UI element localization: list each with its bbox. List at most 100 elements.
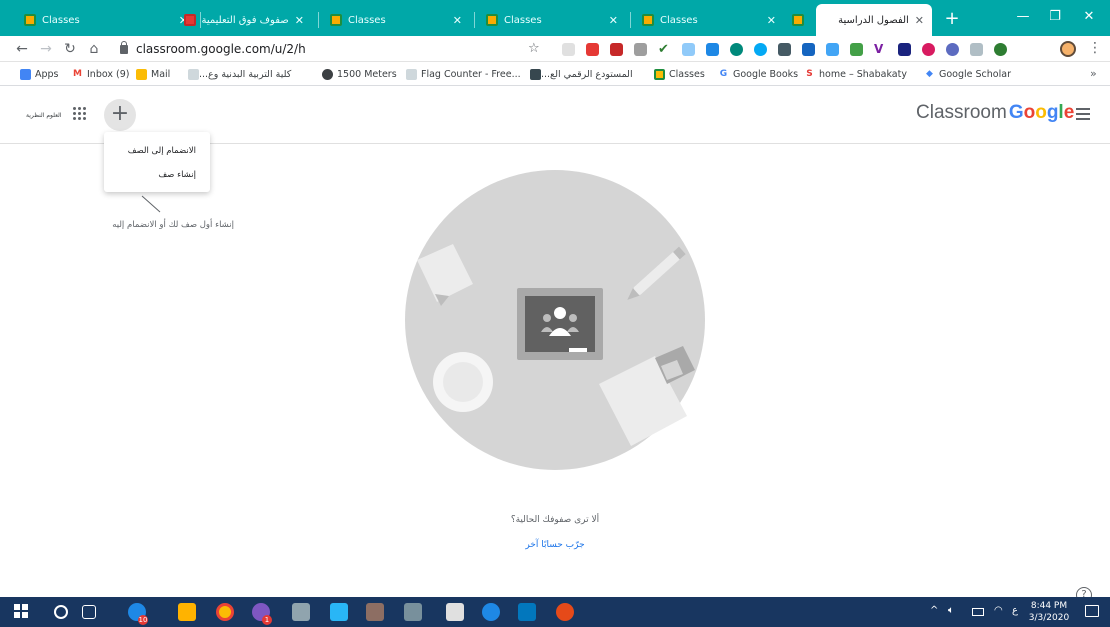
tab-title: Classes: [660, 14, 698, 26]
close-tab-icon[interactable]: ✕: [609, 14, 618, 27]
tab-classes-2[interactable]: Classes ✕: [322, 4, 470, 36]
battery-icon[interactable]: [972, 608, 984, 616]
profile-avatar[interactable]: [1060, 41, 1076, 57]
close-tab-icon[interactable]: ✕: [295, 14, 304, 27]
bookmark-google-scholar[interactable]: ◆ Google Scholar: [924, 66, 1011, 82]
extension-book-icon[interactable]: [898, 43, 911, 56]
clock-time: 8:44 PM: [1030, 601, 1068, 611]
classroom-board-icon: [517, 288, 603, 360]
system-clock[interactable]: 8:44 PM 3/3/2020: [1024, 600, 1074, 624]
extension-shield-icon[interactable]: [634, 43, 647, 56]
extension-arrow-icon[interactable]: [826, 43, 839, 56]
tab-classroom-active[interactable]: الفصول الدراسية ✕: [816, 4, 932, 36]
input-language[interactable]: ع: [1012, 605, 1018, 616]
bookmark-label: 1500 Meters: [337, 68, 397, 80]
bookmark-college[interactable]: كلية التربية البدنية وع...: [184, 66, 291, 82]
clock-date: 3/3/2020: [1028, 613, 1070, 623]
chrome-icon[interactable]: [216, 603, 234, 621]
bookmark-shabakaty[interactable]: S home – Shabakaty: [804, 66, 907, 82]
bookmark-label: Google Scholar: [939, 68, 1011, 80]
classroom-favicon-icon: [792, 14, 804, 26]
google-g-icon: G: [719, 68, 728, 79]
flag-icon: [406, 68, 417, 80]
classroom-logo[interactable]: Classroom Google: [916, 102, 1074, 124]
extension-pdf-icon[interactable]: [610, 43, 623, 56]
messenger-icon[interactable]: [482, 603, 500, 621]
bookmark-label: Flag Counter - Free...: [421, 68, 521, 80]
close-tab-icon[interactable]: ✕: [767, 14, 776, 27]
extension-v-icon[interactable]: V: [874, 43, 887, 56]
bookmark-google-books[interactable]: G Google Books: [718, 66, 798, 82]
extension-pink-icon[interactable]: [922, 43, 935, 56]
wifi-icon[interactable]: ◠: [994, 605, 1003, 616]
empty-state-message: ألا ترى صفوفك الحالية؟: [510, 515, 600, 525]
paint-icon[interactable]: [366, 603, 384, 621]
extension-dark-icon[interactable]: [778, 43, 791, 56]
restore-window-button[interactable]: ❐: [1040, 6, 1070, 28]
tab-title: Classes: [348, 14, 386, 26]
switch-account-link[interactable]: جرّب حسابًا آخر: [455, 540, 655, 550]
close-tab-icon[interactable]: ✕: [915, 14, 924, 27]
bookmark-star-icon[interactable]: ☆: [528, 39, 540, 59]
extension-green-icon[interactable]: [850, 43, 863, 56]
extension-camera-icon[interactable]: [706, 43, 719, 56]
taskbar-app-icon[interactable]: [404, 603, 422, 621]
hint-arrow: [141, 195, 161, 213]
extension-check-icon[interactable]: ✔: [658, 43, 671, 56]
action-center-icon[interactable]: [1085, 605, 1099, 617]
empty-state-hint: إنشاء أول صف لك أو الانضمام إليه: [112, 220, 234, 230]
coffee-cup-icon: [433, 352, 493, 412]
tab-separator: [474, 12, 475, 28]
brand-classroom-text: Classroom: [916, 102, 1007, 123]
shabakaty-logo-icon: S: [806, 68, 813, 79]
windows-taskbar: 10 1 ^ 🔈︎ ◠ ع 8:44 PM 3/3/2020: [0, 597, 1110, 627]
extension-red-icon[interactable]: [586, 43, 599, 56]
extension-square-icon[interactable]: [802, 43, 815, 56]
close-window-button[interactable]: ✕: [1074, 6, 1104, 28]
file-explorer-icon[interactable]: [178, 603, 196, 621]
task-view-icon[interactable]: [82, 605, 96, 619]
bookmark-label: المستودع الرقمي الع...: [541, 68, 633, 80]
new-tab-button[interactable]: +: [940, 8, 964, 32]
close-tab-icon[interactable]: ✕: [453, 14, 462, 27]
extension-docs-icon[interactable]: [562, 43, 575, 56]
bookmark-flag-counter[interactable]: Flag Counter - Free...: [406, 66, 521, 82]
bookmark-1500-meters[interactable]: 1500 Meters: [322, 66, 397, 82]
tab-separator: [318, 12, 319, 28]
extension-green-circle-icon[interactable]: [730, 43, 743, 56]
browser-menu-icon[interactable]: ⋮: [1088, 40, 1102, 56]
extension-blue-circle-icon[interactable]: [754, 43, 767, 56]
powerpoint-icon[interactable]: [556, 603, 574, 621]
windows-start-icon[interactable]: [14, 603, 32, 621]
minimize-window-button[interactable]: —: [1008, 6, 1038, 28]
extension-purple-icon[interactable]: [946, 43, 959, 56]
bookmark-digital-repository[interactable]: المستودع الرقمي الع...: [526, 66, 633, 82]
bookmark-classes[interactable]: Classes: [654, 66, 705, 82]
extension-gray-icon[interactable]: [970, 43, 983, 56]
extension-search-icon[interactable]: [682, 43, 695, 56]
taskbar-app-icon[interactable]: [292, 603, 310, 621]
bookmark-label: home – Shabakaty: [819, 68, 907, 80]
bookmark-label: Google Books: [733, 68, 799, 80]
tab-pinned[interactable]: [784, 4, 814, 36]
classroom-favicon-icon: [642, 14, 654, 26]
volume-icon[interactable]: 🔈︎: [948, 605, 954, 616]
classroom-favicon-icon: [486, 14, 498, 26]
tab-classes-4[interactable]: Classes ✕: [634, 4, 784, 36]
classroom-favicon-icon: [330, 14, 342, 26]
tab-title: Classes: [504, 14, 542, 26]
search-icon[interactable]: [54, 605, 68, 619]
outlook-icon[interactable]: [518, 603, 536, 621]
calculator-icon[interactable]: [446, 603, 464, 621]
extension-globe-icon[interactable]: [994, 43, 1007, 56]
tab-classes-3[interactable]: Classes ✕: [478, 4, 626, 36]
classroom-favicon-icon: [654, 68, 665, 80]
tab-title: صفوف فوق التعليمية: [202, 14, 289, 26]
main-menu-icon[interactable]: [1076, 108, 1090, 120]
notification-badge: 10: [138, 615, 148, 625]
tray-chevron-icon[interactable]: ^: [930, 605, 938, 616]
more-bookmarks-icon[interactable]: »: [1090, 67, 1097, 80]
edge-icon[interactable]: [330, 603, 348, 621]
bookmark-label: Classes: [669, 68, 705, 80]
tab-title: الفصول الدراسية: [838, 14, 909, 26]
